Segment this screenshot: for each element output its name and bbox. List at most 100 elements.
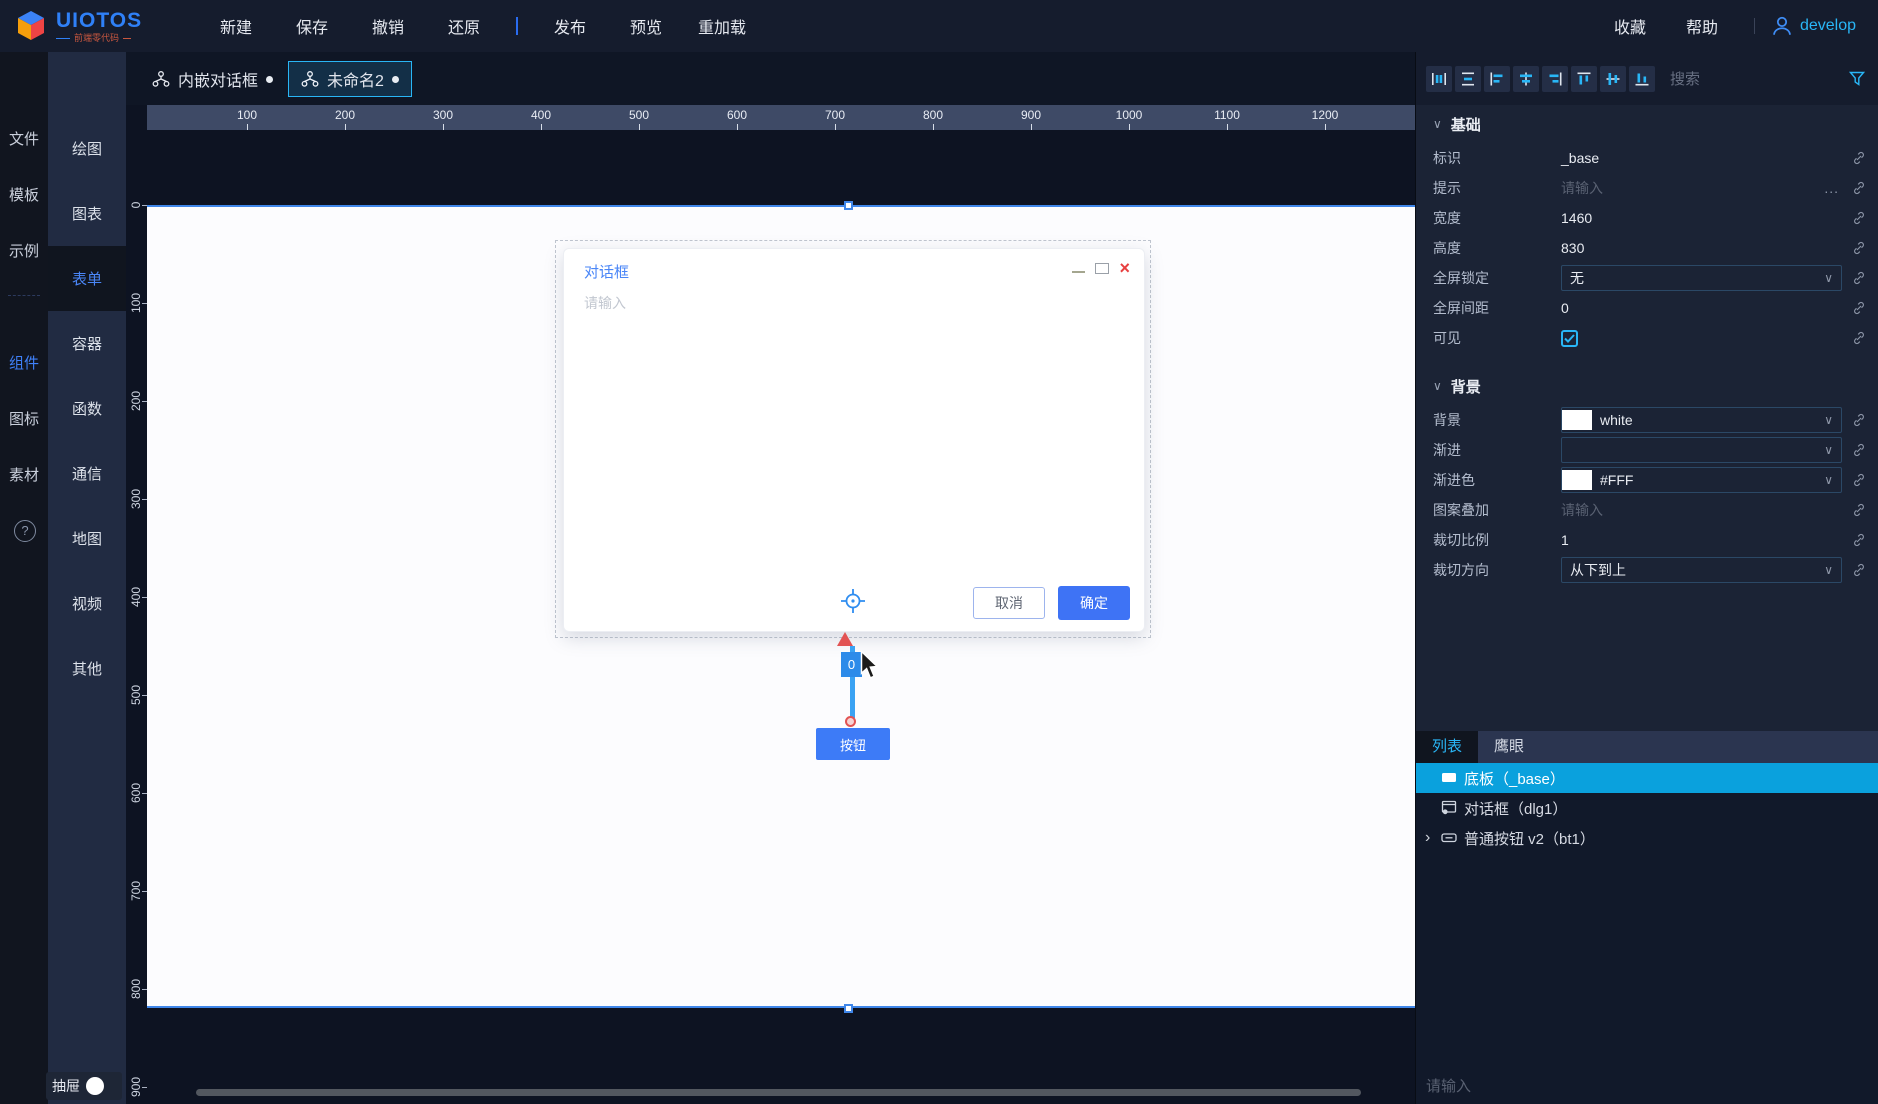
distribute-horizontal-icon[interactable] — [1426, 65, 1452, 92]
align-vertical-center-icon[interactable] — [1600, 65, 1626, 92]
ruler-h-label: 200 — [334, 108, 356, 122]
category-functions[interactable]: 函数 — [48, 376, 126, 441]
category-forms[interactable]: 表单 — [48, 246, 126, 311]
close-icon[interactable]: × — [1119, 259, 1130, 277]
link-icon[interactable] — [1852, 211, 1866, 225]
category-video[interactable]: 视频 — [48, 571, 126, 636]
link-icon[interactable] — [1852, 151, 1866, 165]
tip-input[interactable]: 请输入 — [1561, 178, 1603, 198]
distribute-vertical-icon[interactable] — [1455, 65, 1481, 92]
button-component[interactable]: 按钮 — [816, 728, 890, 760]
connector-arrow-endpoint[interactable] — [837, 632, 853, 646]
link-icon[interactable] — [1852, 331, 1866, 345]
menu-preview[interactable]: 预览 — [608, 14, 684, 38]
tab-embedded-dialog[interactable]: 内嵌对话框 — [140, 61, 285, 97]
id-value[interactable]: _base — [1561, 150, 1599, 166]
category-maps[interactable]: 地图 — [48, 506, 126, 571]
menu-redo[interactable]: 还原 — [426, 14, 502, 38]
menu-favorites[interactable]: 收藏 — [1594, 14, 1666, 38]
layers-filter-input[interactable]: 请输入 — [1426, 1075, 1471, 1096]
link-icon[interactable] — [1852, 503, 1866, 517]
dialog-component[interactable]: 对话框 × 请输入 取消 确定 — [563, 248, 1145, 632]
fullscreen-lock-select[interactable]: 无 ∨ — [1561, 265, 1842, 291]
connector-dot-endpoint[interactable] — [845, 716, 856, 727]
category-drawing[interactable]: 绘图 — [48, 116, 126, 181]
component-category-rail: 绘图 图表 表单 容器 函数 通信 地图 视频 其他 — [48, 52, 126, 1104]
filter-icon[interactable] — [1849, 71, 1865, 87]
layer-row-dialog[interactable]: 对话框（dlg1） — [1416, 793, 1878, 823]
link-icon[interactable] — [1852, 271, 1866, 285]
link-icon[interactable] — [1852, 473, 1866, 487]
align-left-icon[interactable] — [1484, 65, 1510, 92]
layers-tab-bar: 列表 鹰眼 — [1416, 731, 1878, 763]
cancel-button[interactable]: 取消 — [973, 587, 1045, 619]
align-horizontal-center-icon[interactable] — [1513, 65, 1539, 92]
tab-list[interactable]: 列表 — [1416, 731, 1478, 763]
layer-row-button[interactable]: › 普通按钮 v2（bt1） — [1416, 823, 1878, 853]
clip-direction-select[interactable]: 从下到上 ∨ — [1561, 557, 1842, 583]
username[interactable]: develop — [1800, 17, 1856, 35]
sidebar-item-files[interactable]: 文件 — [0, 130, 48, 150]
menu-help[interactable]: 帮助 — [1666, 14, 1738, 38]
sidebar-item-templates[interactable]: 模板 — [0, 186, 48, 206]
prop-row-gradient: 渐进 ∨ — [1416, 435, 1878, 465]
canvas-bottom-handle[interactable] — [844, 1004, 853, 1013]
ruler-v-label: 600 — [129, 782, 143, 804]
clip-ratio-value[interactable]: 1 — [1561, 532, 1569, 548]
gradient-color-select[interactable]: #FFF ∨ — [1561, 467, 1842, 493]
category-charts[interactable]: 图表 — [48, 181, 126, 246]
category-communication[interactable]: 通信 — [48, 441, 126, 506]
menu-undo[interactable]: 撤销 — [350, 14, 426, 38]
sidebar-item-examples[interactable]: 示例 — [0, 242, 48, 262]
align-top-icon[interactable] — [1571, 65, 1597, 92]
menu-save[interactable]: 保存 — [274, 14, 350, 38]
link-icon[interactable] — [1852, 533, 1866, 547]
layer-row-base[interactable]: 底板（_base） — [1416, 763, 1878, 793]
menu-publish[interactable]: 发布 — [532, 14, 608, 38]
prop-row-gradient-color: 渐进色 #FFF ∨ — [1416, 465, 1878, 495]
sidebar-item-materials[interactable]: 素材 — [0, 466, 48, 486]
visible-checkbox[interactable] — [1561, 329, 1578, 347]
canvas-top-handle[interactable] — [844, 201, 853, 210]
link-icon[interactable] — [1852, 241, 1866, 255]
section-basic-header[interactable]: ∨ 基础 — [1416, 105, 1878, 143]
tab-unnamed-2[interactable]: 未命名2 — [288, 61, 412, 97]
link-icon[interactable] — [1852, 181, 1866, 195]
category-other[interactable]: 其他 — [48, 636, 126, 701]
maximize-icon[interactable] — [1095, 262, 1110, 274]
sidebar-item-components[interactable]: 组件 — [0, 354, 48, 374]
sidebar-item-icons[interactable]: 图标 — [0, 410, 48, 430]
section-background-header[interactable]: ∨ 背景 — [1416, 367, 1878, 405]
pattern-input[interactable]: 请输入 — [1561, 500, 1603, 520]
search-input[interactable]: 搜索 — [1670, 68, 1700, 89]
bg-color-select[interactable]: white ∨ — [1561, 407, 1842, 433]
tab-eagle-eye[interactable]: 鹰眼 — [1478, 731, 1540, 763]
minimize-icon[interactable] — [1072, 271, 1086, 273]
align-bottom-icon[interactable] — [1629, 65, 1655, 92]
help-icon[interactable]: ? — [14, 520, 36, 542]
cube-logo-icon — [18, 11, 44, 40]
ruler-v-label: 800 — [129, 978, 143, 1000]
ok-button[interactable]: 确定 — [1058, 586, 1130, 620]
menu-new[interactable]: 新建 — [198, 14, 274, 38]
horizontal-scrollbar[interactable] — [196, 1089, 1361, 1096]
height-value[interactable]: 830 — [1561, 240, 1584, 256]
link-icon[interactable] — [1852, 413, 1866, 427]
ruler-h-label: 300 — [432, 108, 454, 122]
link-icon[interactable] — [1852, 563, 1866, 577]
ruler-v-label: 500 — [129, 684, 143, 706]
category-containers[interactable]: 容器 — [48, 311, 126, 376]
drawer-toggle[interactable]: 抽屉 — [46, 1072, 122, 1100]
menu-reload[interactable]: 重加载 — [684, 14, 760, 38]
link-icon[interactable] — [1852, 443, 1866, 457]
drawer-knob[interactable] — [86, 1077, 104, 1095]
width-value[interactable]: 1460 — [1561, 210, 1592, 226]
expand-chevron-icon[interactable]: › — [1425, 823, 1430, 853]
chevron-down-icon: ∨ — [1824, 413, 1833, 427]
align-right-icon[interactable] — [1542, 65, 1568, 92]
gradient-select[interactable]: ∨ — [1561, 437, 1842, 463]
link-icon[interactable] — [1852, 301, 1866, 315]
fullscreen-gap-value[interactable]: 0 — [1561, 300, 1569, 316]
more-icon[interactable]: ... — [1824, 180, 1839, 196]
menu-divider — [516, 17, 518, 35]
